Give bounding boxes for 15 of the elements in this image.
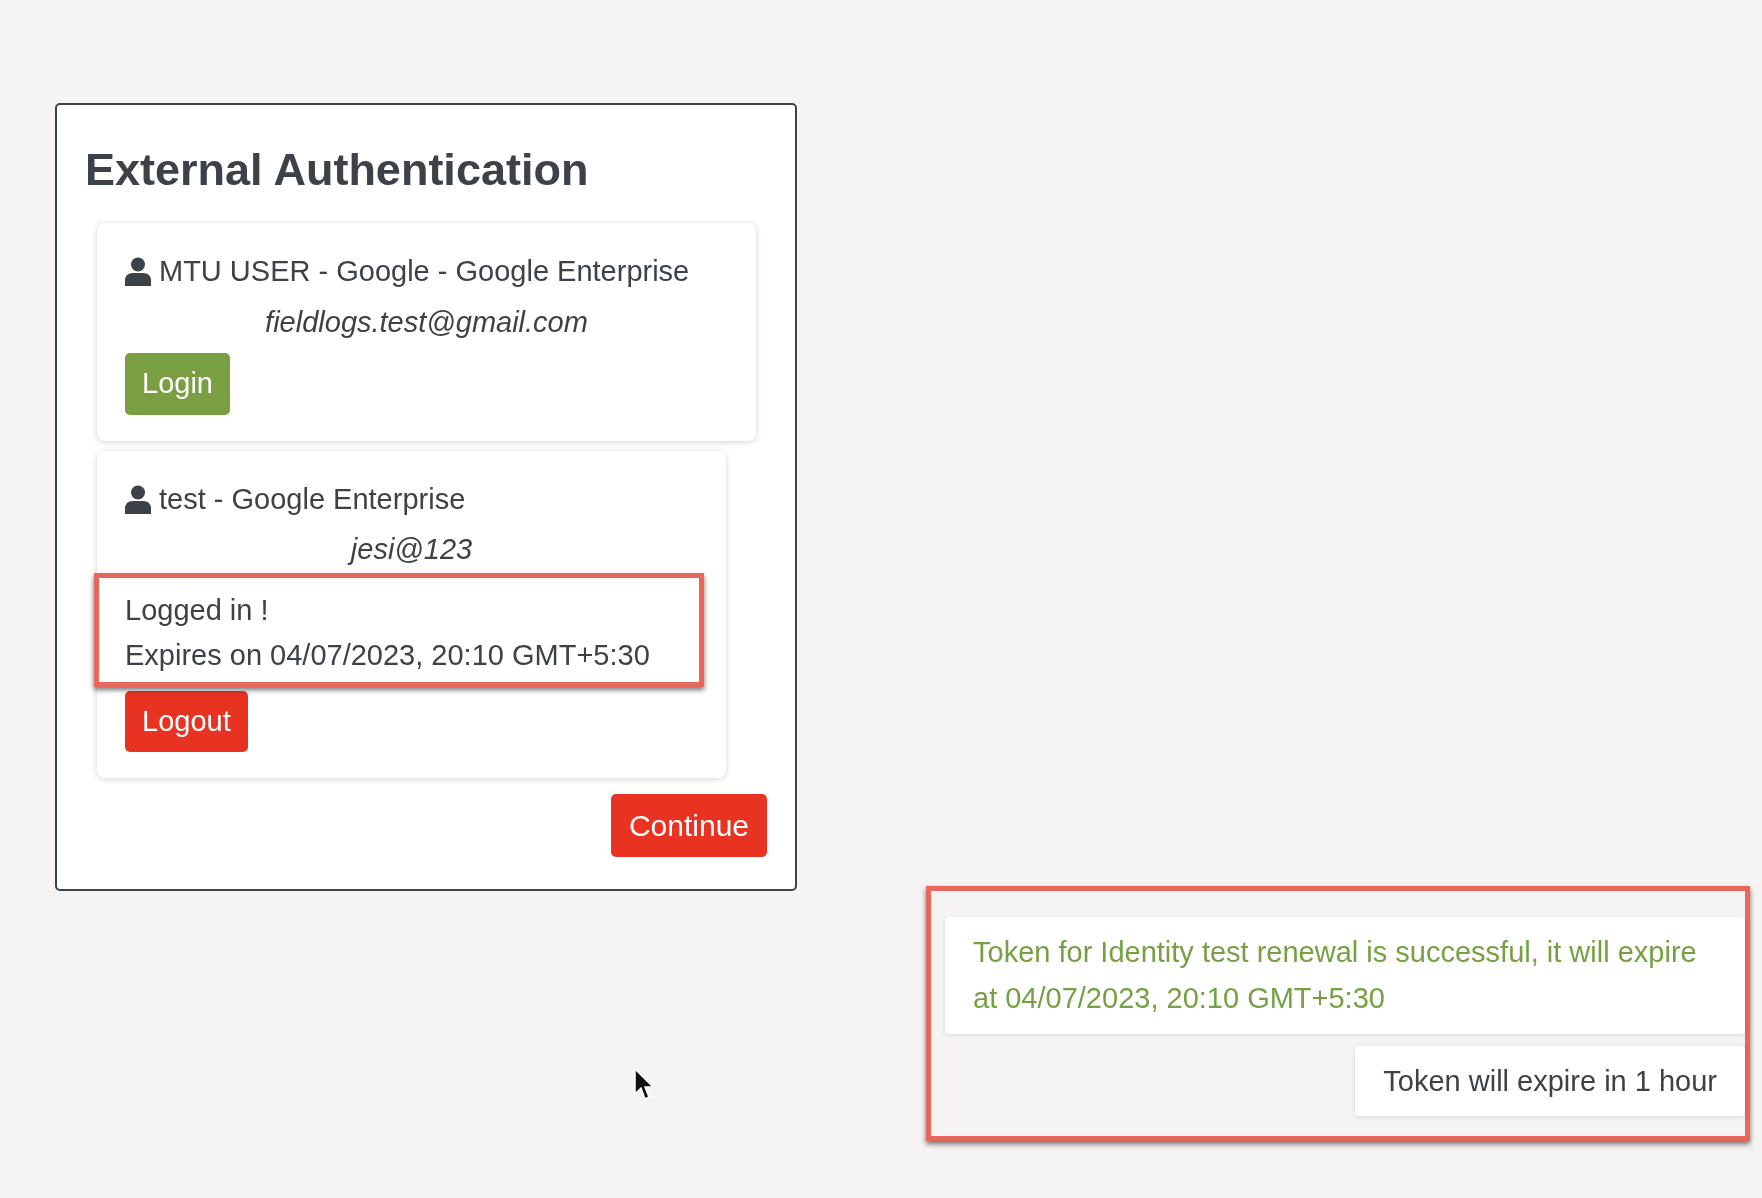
login-button[interactable]: Login [125,353,230,415]
identity-email: fieldlogs.test@gmail.com [264,304,589,340]
dialog-title: External Authentication [85,143,590,197]
mouse-pointer-icon [634,1068,656,1102]
user-icon [125,484,151,514]
login-status-text: Logged in ! [125,592,270,628]
expiry-text: Expires on 04/07/2023, 20:10 GMT+5:30 [125,637,651,673]
user-icon [125,257,151,287]
toast-message: Token will expire in 1 hour [1355,1045,1745,1117]
identity-email: jesi@123 [125,526,698,573]
logout-button[interactable]: Logout [125,690,248,753]
identity-name: test - Google Enterprise [159,481,466,517]
toast-message: Token for Identity test renewal is successful, it will expire at 04/07/2023, 20:10 GMT+5:30 [945,917,1745,1034]
continue-button[interactable]: Continue [610,794,767,858]
identity-name: MTU USER - Google - Google Enterprise [159,254,690,289]
